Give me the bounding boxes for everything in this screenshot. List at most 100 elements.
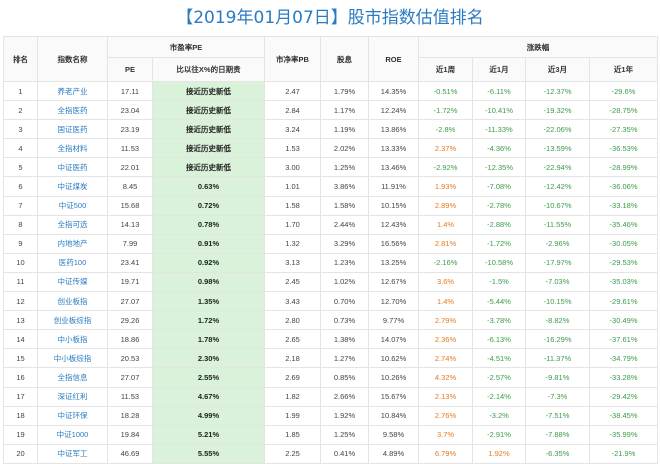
- index-name-link[interactable]: 全指材料: [37, 138, 108, 159]
- index-name-link[interactable]: 全指医药: [37, 100, 108, 121]
- pe-cell: 19.71: [107, 271, 153, 293]
- index-name-link[interactable]: 深证红利: [37, 386, 108, 407]
- pb-cell: 2.18: [264, 348, 322, 369]
- page-title: 【2019年01月07日】股市指数估值排名: [176, 8, 484, 28]
- pb-cell: 2.65: [264, 329, 322, 350]
- pe-cell: 11.53: [107, 138, 153, 159]
- index-name-link[interactable]: 全指信息: [37, 367, 108, 388]
- table-row: 17 深证红利 11.53 4.67% 1.82 2.66% 15.67% 2.13% -2.1…: [3, 386, 659, 407]
- pe-cell: 27.07: [107, 291, 153, 312]
- change-3m-cell: -7.03%: [525, 271, 591, 293]
- change-1m-cell: -2.57%: [472, 367, 527, 388]
- pe-cell: 8.45: [107, 176, 153, 197]
- table-row: 4 全指材料 11.53 接近历史新低 1.53 2.02% 13.33% 2.37% -4.3…: [3, 138, 659, 159]
- table-row: 10 医药100 23.41 0.92% 3.13 1.23% 13.25% -2.16% -1…: [3, 252, 659, 273]
- change-3m-cell: -7.51%: [525, 405, 591, 426]
- dividend-cell: 0.70%: [320, 291, 370, 312]
- pb-cell: 1.53: [264, 138, 322, 159]
- change-1w-cell: 3.7%: [418, 424, 474, 445]
- pe-cell: 29.26: [107, 310, 153, 331]
- pe-cell: 22.01: [107, 157, 153, 178]
- change-3m-cell: -19.32%: [525, 100, 591, 121]
- roe-cell: 12.67%: [368, 271, 420, 293]
- index-name-link[interactable]: 中证军工: [37, 443, 108, 464]
- index-name-link[interactable]: 中小板指: [37, 329, 108, 350]
- rank-cell: 2: [3, 100, 38, 121]
- index-name-link[interactable]: 创业板指: [37, 291, 108, 312]
- roe-cell: 10.84%: [368, 405, 420, 426]
- header-rank: 排名: [3, 36, 38, 82]
- change-1w-cell: 2.76%: [418, 405, 474, 426]
- change-1m-cell: -1.5%: [472, 271, 527, 293]
- roe-cell: 16.56%: [368, 233, 420, 254]
- change-3m-cell: -13.59%: [525, 138, 591, 159]
- roe-cell: 12.70%: [368, 291, 420, 312]
- change-3m-cell: -11.37%: [525, 348, 591, 369]
- pb-cell: 3.24: [264, 119, 322, 140]
- dividend-cell: 1.92%: [320, 405, 370, 426]
- change-3m-cell: -12.37%: [525, 80, 591, 102]
- index-name-link[interactable]: 中证传媒: [37, 271, 108, 293]
- index-name-link[interactable]: 国证医药: [37, 119, 108, 140]
- change-1w-cell: 4.32%: [418, 367, 474, 388]
- pe-cell: 17.11: [107, 80, 153, 102]
- rank-cell: 12: [3, 291, 38, 312]
- roe-cell: 4.89%: [368, 443, 420, 464]
- change-1y-cell: -33.18%: [589, 195, 659, 216]
- index-name-link[interactable]: 内地地产: [37, 233, 108, 254]
- pe-percentile-cell: 0.91%: [151, 233, 266, 254]
- index-name-link[interactable]: 中证环保: [37, 405, 108, 426]
- pb-cell: 3.00: [264, 157, 322, 178]
- index-name-link[interactable]: 中小板综指: [37, 348, 108, 369]
- rank-cell: 9: [3, 233, 38, 254]
- change-1m-cell: -7.08%: [472, 176, 527, 197]
- rank-cell: 16: [3, 367, 38, 388]
- rank-cell: 6: [3, 176, 38, 197]
- dividend-cell: 1.58%: [320, 195, 370, 216]
- change-1m-cell: -4.36%: [472, 138, 527, 159]
- change-1m-cell: -3.78%: [472, 310, 527, 331]
- change-3m-cell: -6.35%: [525, 443, 591, 464]
- header-change-group: 涨跌幅: [418, 36, 659, 58]
- change-3m-cell: -16.29%: [525, 329, 591, 350]
- dividend-cell: 0.73%: [320, 310, 370, 331]
- dividend-cell: 2.02%: [320, 138, 370, 159]
- roe-cell: 12.43%: [368, 214, 420, 235]
- table-row: 2 全指医药 23.04 接近历史新低 2.84 1.17% 12.24% -1.72% -10…: [3, 100, 659, 121]
- change-1m-cell: -6.11%: [472, 80, 527, 102]
- index-name-link[interactable]: 医药100: [37, 252, 108, 273]
- roe-cell: 9.77%: [368, 310, 420, 331]
- roe-cell: 13.25%: [368, 252, 420, 273]
- change-1w-cell: 3.6%: [418, 271, 474, 293]
- table-row: 12 创业板指 27.07 1.35% 3.43 0.70% 12.70% 1.4% -5.44…: [3, 291, 659, 312]
- pe-cell: 23.04: [107, 100, 153, 121]
- pe-percentile-cell: 接近历史新低: [151, 157, 266, 178]
- pe-percentile-cell: 1.78%: [151, 329, 266, 350]
- rank-cell: 14: [3, 329, 38, 350]
- dividend-cell: 0.41%: [320, 443, 370, 464]
- pe-percentile-cell: 2.30%: [151, 348, 266, 369]
- index-name-link[interactable]: 创业板综指: [37, 310, 108, 331]
- index-name-link[interactable]: 中证医药: [37, 157, 108, 178]
- index-name-link[interactable]: 养老产业: [37, 80, 108, 102]
- pe-cell: 23.19: [107, 119, 153, 140]
- table-row: 19 中证1000 19.84 5.21% 1.85 1.25% 9.58% 3.7% -2.9…: [3, 424, 659, 445]
- pe-percentile-cell: 0.63%: [151, 176, 266, 197]
- index-name-link[interactable]: 中证500: [37, 195, 108, 216]
- rank-cell: 11: [3, 271, 38, 293]
- pe-cell: 15.68: [107, 195, 153, 216]
- index-name-link[interactable]: 全指可选: [37, 214, 108, 235]
- pb-cell: 2.25: [264, 443, 322, 464]
- dividend-cell: 1.25%: [320, 157, 370, 178]
- change-1w-cell: 2.37%: [418, 138, 474, 159]
- pe-cell: 18.86: [107, 329, 153, 350]
- pe-cell: 19.84: [107, 424, 153, 445]
- dividend-cell: 3.29%: [320, 233, 370, 254]
- roe-cell: 13.46%: [368, 157, 420, 178]
- table-row: 16 全指信息 27.07 2.55% 2.69 0.85% 10.26% 4.32% -2.5…: [3, 367, 659, 388]
- table-row: 6 中证煤炭 8.45 0.63% 1.01 3.86% 11.91% 1.93% -7.08%…: [3, 176, 659, 197]
- change-1w-cell: -0.51%: [418, 80, 474, 102]
- change-3m-cell: -17.97%: [525, 252, 591, 273]
- index-name-link[interactable]: 中证1000: [37, 424, 108, 445]
- index-name-link[interactable]: 中证煤炭: [37, 176, 108, 197]
